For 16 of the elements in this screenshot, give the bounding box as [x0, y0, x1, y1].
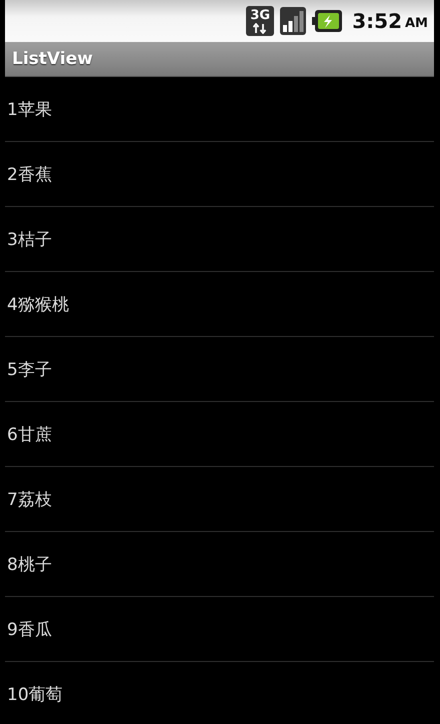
list-item[interactable]: 10葡萄: [5, 662, 434, 724]
list-item[interactable]: 9香瓜: [5, 597, 434, 662]
list-item[interactable]: 2香蕉: [5, 142, 434, 207]
network-3g-icon: 3G: [246, 6, 274, 36]
list-item[interactable]: 7荔枝: [5, 467, 434, 532]
signal-icon: [280, 7, 306, 35]
app-title: ListView: [12, 49, 93, 69]
list-item[interactable]: 1苹果: [5, 77, 434, 142]
list-item[interactable]: 4猕猴桃: [5, 272, 434, 337]
clock-time: 3:52: [352, 9, 402, 33]
list-item[interactable]: 5李子: [5, 337, 434, 402]
list-item[interactable]: 6甘蔗: [5, 402, 434, 467]
clock-meridiem: AM: [405, 16, 428, 30]
battery-icon: [312, 10, 342, 32]
list-item[interactable]: 3桔子: [5, 207, 434, 272]
list-item[interactable]: 8桃子: [5, 532, 434, 597]
